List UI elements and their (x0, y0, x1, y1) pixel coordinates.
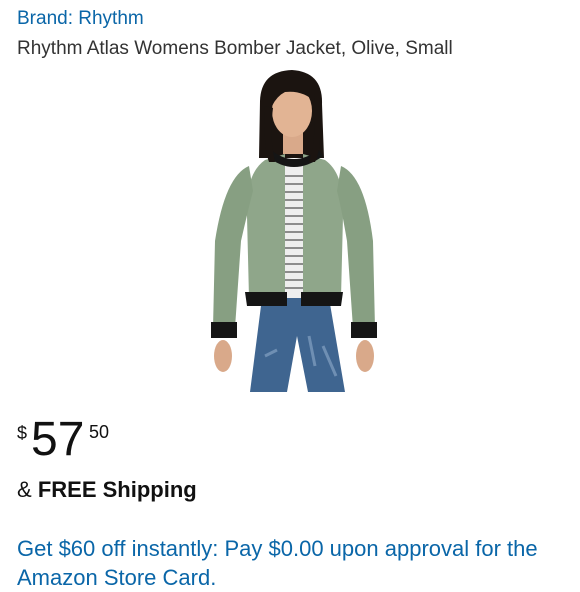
jacket-model-illustration (211, 70, 377, 392)
price-currency-symbol: $ (17, 423, 28, 443)
brand-link[interactable]: Brand: Rhythm (17, 8, 144, 30)
store-card-promo-link[interactable]: Get $60 off instantly: Pay $0.00 upon ap… (17, 534, 577, 592)
shipping-info: & FREE Shipping (17, 477, 197, 503)
price-whole: 57 (31, 413, 85, 466)
price-fraction: 50 (89, 422, 110, 442)
product-image[interactable] (205, 66, 385, 392)
free-shipping-label: FREE Shipping (37, 477, 197, 502)
shipping-prefix: & (17, 477, 32, 502)
product-title: Rhythm Atlas Womens Bomber Jacket, Olive… (17, 38, 453, 59)
